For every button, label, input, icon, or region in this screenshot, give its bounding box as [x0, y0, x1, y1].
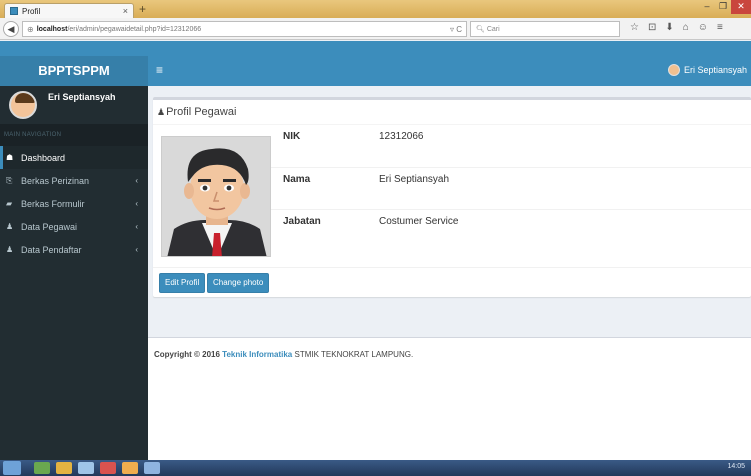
sidebar-user-name: Eri Septiansyah [48, 92, 116, 102]
sidebar-item-data-pendaftar[interactable]: ♟ Data Pendaftar ‹ [0, 238, 148, 261]
sidebar-item-label: Data Pegawai [21, 221, 78, 232]
search-placeholder: Cari [486, 25, 500, 33]
app-top-strip [0, 41, 751, 56]
sidebar-item-berkas-perizinan[interactable]: ⎘ Berkas Perizinan ‹ [0, 169, 148, 192]
favicon-icon [10, 7, 18, 15]
sidebar-user-panel: Eri Septiansyah [0, 86, 148, 124]
home-icon[interactable]: ⌂ [683, 22, 689, 33]
dashboard-icon: ☗ [6, 153, 14, 162]
copyright-suffix: STMIK TEKNOKRAT LAMPUNG. [294, 350, 414, 359]
tab-title: Profil [22, 6, 41, 16]
chevron-left-icon: ‹ [135, 199, 138, 208]
field-value: Eri Septiansyah [379, 174, 450, 185]
browser-tab[interactable]: Profil × [4, 3, 134, 18]
reload-icon[interactable]: ▿ C [450, 25, 462, 34]
taskbar-clock: 14:05 [727, 463, 745, 470]
field-value: Costumer Service [379, 216, 459, 227]
avatar [667, 64, 680, 76]
url-path: /eri/admin/pegawaidetail.php?id=12312066 [67, 25, 202, 33]
tab-close-icon[interactable]: × [123, 6, 128, 16]
page-title: Profil Pegawai [166, 106, 237, 118]
profile-box: ♟ Profil Pegawai NIK 12312066 Nama Eri S… [153, 97, 751, 297]
copyright-prefix: Copyright © 2016 [154, 350, 220, 359]
profile-photo [161, 136, 271, 257]
chevron-left-icon: ‹ [135, 222, 138, 231]
sidebar-toggle-icon[interactable]: ≡ [156, 63, 163, 77]
app-logo[interactable]: BPPTSPPM [0, 56, 148, 86]
taskbar-app-icon[interactable] [100, 462, 116, 474]
change-photo-button[interactable]: Change photo [207, 273, 270, 293]
minimize-button[interactable]: – [699, 0, 715, 14]
copyright: Copyright © 2016 Teknik Informatika STMI… [154, 350, 413, 359]
address-bar[interactable]: ⊕ localhost /eri/admin/pegawaidetail.php… [22, 21, 467, 37]
maximize-button[interactable]: ❐ [715, 0, 731, 14]
sidebar-item-berkas-formulir[interactable]: ▰ Berkas Formulir ‹ [0, 192, 148, 215]
os-taskbar: 14:05 [0, 460, 751, 476]
field-label: Jabatan [283, 216, 321, 227]
browser-titlebar: Profil × + – ❐ ✕ [0, 0, 751, 18]
profile-fields: NIK 12312066 Nama Eri Septiansyah Jabata… [271, 125, 751, 251]
nav-header: MAIN NAVIGATION [0, 124, 148, 146]
user-menu[interactable]: Eri Septiansyah [667, 64, 747, 76]
app-header: ≡ Eri Septiansyah [148, 56, 751, 86]
reading-list-icon[interactable]: ⊡ [648, 22, 656, 33]
search-icon: 🔍︎ [476, 26, 487, 33]
avatar-illustration [162, 137, 270, 256]
sidebar-item-label: Dashboard [21, 152, 66, 163]
url-host: localhost [36, 25, 68, 33]
files-icon: ⎘ [6, 175, 13, 185]
field-label: Nama [283, 174, 311, 185]
taskbar-app-icon[interactable] [78, 462, 94, 474]
profile-row-jabatan: Jabatan Costumer Service [271, 209, 751, 251]
user-icon: ♟ [6, 245, 14, 254]
window-controls: – ❐ ✕ [699, 0, 751, 14]
profile-icon[interactable]: ☺ [698, 22, 708, 33]
sidebar-item-data-pegawai[interactable]: ♟ Data Pegawai ‹ [0, 215, 148, 238]
close-window-button[interactable]: ✕ [731, 0, 751, 14]
browser-navbar: ◀ ⊕ localhost /eri/admin/pegawaidetail.p… [0, 18, 751, 40]
search-input[interactable]: 🔍︎ Cari [470, 21, 620, 37]
globe-icon: ⊕ [27, 24, 34, 34]
divider [153, 267, 751, 268]
back-button[interactable]: ◀ [3, 21, 19, 37]
edit-profile-button[interactable]: Edit Profil [159, 273, 206, 293]
field-value: 12312066 [379, 131, 424, 142]
taskbar-app-icon[interactable] [122, 462, 138, 474]
browser-toolbar: ☆ ⊡ ⬇ ⌂ ☺ ≡ [630, 22, 723, 33]
field-label: NIK [283, 131, 301, 142]
new-tab-button[interactable]: + [139, 2, 146, 16]
sidebar-item-label: Berkas Perizinan [21, 175, 90, 186]
user-icon: ♟ [6, 222, 14, 231]
user-icon: ♟ [157, 106, 166, 117]
start-button[interactable] [3, 461, 21, 475]
profile-row-nik: NIK 12312066 [271, 125, 751, 167]
sidebar-item-label: Data Pendaftar [21, 244, 82, 255]
taskbar-app-icon[interactable] [34, 462, 50, 474]
box-header: ♟ Profil Pegawai [153, 100, 751, 125]
profile-row-nama: Nama Eri Septiansyah [271, 167, 751, 209]
menu-icon[interactable]: ≡ [717, 22, 723, 33]
taskbar-app-icon[interactable] [56, 462, 72, 474]
sidebar-item-label: Berkas Formulir [21, 198, 85, 209]
sidebar-avatar [9, 91, 37, 119]
sidebar: Eri Septiansyah MAIN NAVIGATION ☗ Dashbo… [0, 86, 148, 460]
taskbar-app-icon[interactable] [144, 462, 160, 474]
user-menu-name: Eri Septiansyah [683, 65, 747, 75]
footer-link[interactable]: Teknik Informatika [222, 350, 292, 359]
book-icon: ▰ [6, 199, 13, 208]
chevron-left-icon: ‹ [135, 176, 138, 185]
bookmark-star-icon[interactable]: ☆ [630, 22, 639, 33]
download-icon[interactable]: ⬇ [665, 22, 673, 33]
sidebar-item-dashboard[interactable]: ☗ Dashboard [0, 146, 148, 169]
chevron-left-icon: ‹ [135, 245, 138, 254]
main-footer: Copyright © 2016 Teknik Informatika STMI… [148, 337, 751, 460]
